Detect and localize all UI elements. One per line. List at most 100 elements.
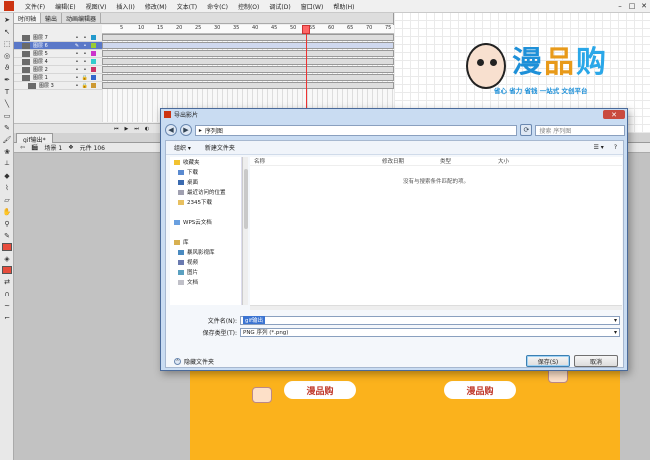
3d-rotation-tool-icon[interactable]: ◎ (1, 50, 13, 61)
tab-output[interactable]: 输出 (41, 13, 63, 23)
refresh-button[interactable]: ⟳ (520, 124, 533, 136)
filetype-select[interactable]: PNG 序列 (*.png) ▾ (240, 327, 620, 337)
outline-color-icon[interactable] (91, 43, 96, 48)
outline-color-icon[interactable] (91, 75, 96, 80)
menu-insert[interactable]: 插入(I) (111, 2, 139, 11)
layer-row[interactable]: 图层 1 • 🔒 (14, 74, 102, 82)
layer-name[interactable]: 图层 3 (39, 82, 73, 89)
new-folder-button[interactable]: 新建文件夹 (205, 143, 235, 152)
layer-row[interactable]: 图层 4 • • (14, 58, 102, 66)
banner-artwork[interactable]: 漫品购 漫品购 (190, 359, 620, 460)
frame-span[interactable] (102, 34, 394, 41)
cancel-button[interactable]: 取消 (574, 355, 618, 367)
chevron-down-icon[interactable]: ▾ (614, 329, 617, 336)
nav-2345-download[interactable]: 2345下载 (170, 197, 241, 207)
frame-span[interactable] (102, 42, 394, 49)
menu-text[interactable]: 文本(T) (172, 2, 202, 11)
layer-name[interactable]: 图层 6 (33, 42, 73, 49)
line-tool-icon[interactable]: ╲ (1, 98, 13, 109)
column-name[interactable]: 名称 (250, 157, 378, 165)
dialog-close-button[interactable]: ✕ (603, 110, 625, 119)
save-button[interactable]: 保存(S) (526, 355, 570, 367)
layer-name[interactable]: 图层 5 (33, 50, 73, 57)
frame-span[interactable] (102, 50, 394, 57)
lock-dot[interactable]: 🔒 (81, 83, 89, 89)
visibility-dot[interactable]: • (73, 35, 81, 41)
nav-wps-cloud[interactable]: WPS云文档 (170, 217, 241, 227)
frame-span[interactable] (102, 58, 394, 65)
close-app-button[interactable]: ✕ (638, 2, 650, 10)
symbol-breadcrumb[interactable]: 元件 106 (80, 143, 105, 152)
menu-control[interactable]: 控制(O) (233, 2, 264, 11)
column-type[interactable]: 类型 (436, 157, 494, 165)
lock-dot[interactable]: • (81, 59, 89, 65)
back-button[interactable]: ◀ (165, 124, 177, 136)
frame-span[interactable] (102, 74, 394, 81)
eyedropper-icon[interactable]: ⌇ (1, 182, 13, 193)
nav-downloads[interactable]: 下载 (170, 167, 241, 177)
play-icon[interactable]: ▶ (125, 126, 129, 132)
nav-videos[interactable]: 视频 (170, 257, 241, 267)
swap-colors-icon[interactable]: ⇄ (1, 276, 13, 287)
selection-tool-icon[interactable]: ➤ (1, 14, 13, 25)
deco-tool-icon[interactable]: ❀ (1, 146, 13, 157)
visibility-dot[interactable]: • (73, 59, 81, 65)
pen-tool-icon[interactable]: ✒ (1, 74, 13, 85)
view-options-icon[interactable]: ☰ ▾ (594, 144, 604, 151)
fill-color-icon[interactable]: ◈ (1, 253, 13, 264)
outline-color-icon[interactable] (91, 67, 96, 72)
straighten-icon[interactable]: ⌐ (1, 312, 13, 323)
lasso-tool-icon[interactable]: ϑ (1, 62, 13, 73)
nav-recent-places[interactable]: 最近访问的位置 (170, 187, 241, 197)
filetype-value[interactable]: PNG 序列 (*.png) (243, 328, 288, 336)
zoom-tool-icon[interactable]: ⚲ (1, 218, 13, 229)
first-frame-icon[interactable]: ⏮ (114, 126, 119, 132)
filename-field[interactable]: gif输出 ▾ (240, 315, 620, 325)
visibility-dot[interactable]: • (73, 83, 81, 89)
minimize-button[interactable]: – (614, 2, 626, 10)
lock-dot[interactable]: • (81, 51, 89, 57)
visibility-dot[interactable]: • (73, 67, 81, 73)
back-arrow-icon[interactable]: ⇦ (20, 144, 25, 151)
horizontal-scrollbar[interactable] (250, 305, 622, 310)
fill-color-swatch[interactable] (2, 266, 12, 274)
lock-dot[interactable]: 🔒 (81, 75, 89, 81)
layer-row[interactable]: 图层 5 • • (14, 50, 102, 58)
layer-name[interactable]: 图层 1 (33, 74, 73, 81)
column-size[interactable]: 大小 (494, 157, 552, 165)
tab-motion-editor[interactable]: 动画编辑器 (62, 13, 102, 23)
menu-window[interactable]: 窗口(W) (296, 2, 329, 11)
frame-span[interactable] (102, 82, 394, 89)
hand-tool-icon[interactable]: ✋ (1, 206, 13, 217)
menu-commands[interactable]: 命令(C) (202, 2, 233, 11)
hide-folders-toggle[interactable]: ⌃ 隐藏文件夹 (174, 357, 214, 366)
layer-row[interactable]: 图层 7 • • (14, 34, 102, 42)
transform-tool-icon[interactable]: ⬚ (1, 38, 13, 49)
frame-ruler[interactable]: 5 10 15 20 25 30 35 40 45 50 55 60 65 70… (102, 25, 394, 34)
column-date-modified[interactable]: 修改日期 (378, 157, 436, 165)
nav-favorites[interactable]: 收藏夹 (170, 157, 241, 167)
menu-view[interactable]: 视图(V) (81, 2, 112, 11)
smooth-icon[interactable]: ~ (1, 300, 13, 311)
outline-color-icon[interactable] (91, 83, 96, 88)
menu-file[interactable]: 文件(F) (20, 2, 50, 11)
playhead-handle[interactable] (302, 25, 310, 34)
layer-row[interactable]: 图层 3 • 🔒 (14, 82, 102, 90)
scrollbar-thumb[interactable] (244, 169, 248, 229)
nav-pictures[interactable]: 图片 (170, 267, 241, 277)
maximize-button[interactable]: □ (626, 2, 638, 10)
layer-name[interactable]: 图层 2 (33, 66, 73, 73)
text-tool-icon[interactable]: T (1, 86, 13, 97)
outline-color-icon[interactable] (91, 51, 96, 56)
visibility-dot[interactable]: • (73, 51, 81, 57)
lock-dot[interactable]: • (81, 35, 89, 41)
menu-edit[interactable]: 编辑(E) (50, 2, 80, 11)
organize-button[interactable]: 组织 ▾ (174, 143, 191, 152)
visibility-dot[interactable]: • (73, 75, 81, 81)
snap-icon[interactable]: ∩ (1, 288, 13, 299)
lock-dot[interactable]: • (81, 67, 89, 73)
scene-breadcrumb[interactable]: 场景 1 (45, 143, 63, 152)
eraser-tool-icon[interactable]: ▱ (1, 194, 13, 205)
bone-tool-icon[interactable]: ⟂ (1, 158, 13, 169)
nav-scrollbar[interactable] (242, 157, 248, 305)
